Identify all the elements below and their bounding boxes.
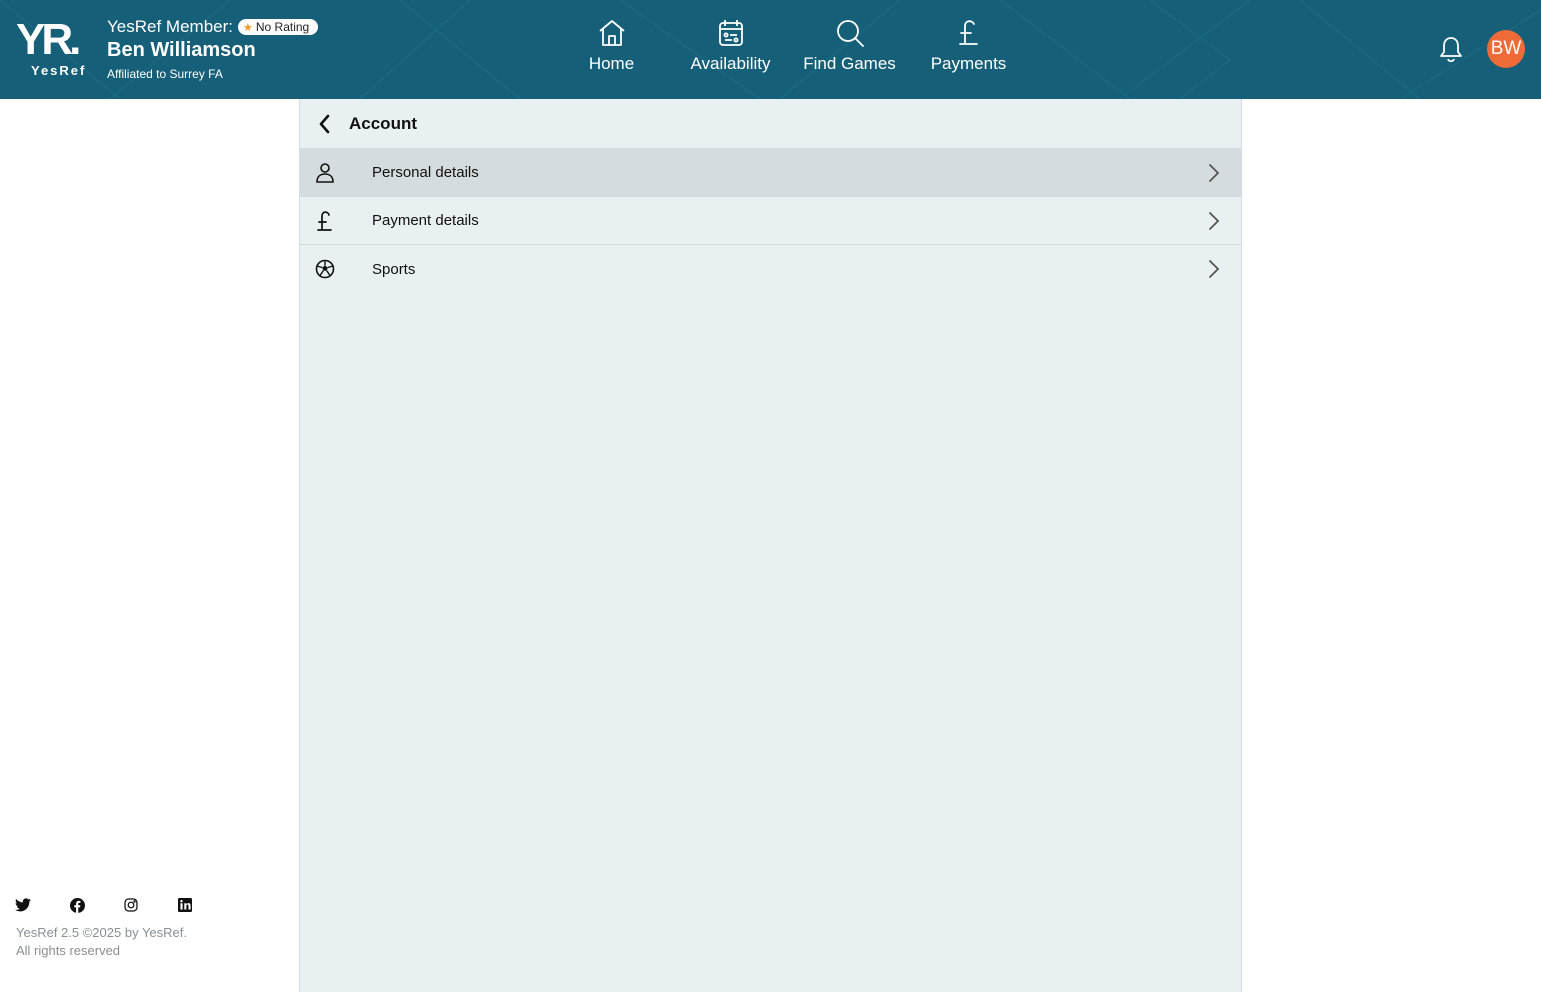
nav-home-label: Home	[588, 54, 635, 73]
nav-payments-label: Payments	[930, 54, 1007, 73]
chevron-right-icon	[1209, 212, 1220, 230]
twitter-icon[interactable]	[14, 896, 32, 914]
menu-item-label: Sports	[372, 260, 416, 278]
chevron-left-icon	[319, 114, 330, 133]
main-nav: Home Availability Find Games Payments	[552, 17, 1028, 74]
linkedin-icon[interactable]	[176, 896, 194, 914]
menu-item-personal-details[interactable]: Personal details	[300, 149, 1241, 197]
nav-availability-label: Availability	[690, 54, 771, 73]
chevron-right-icon	[1209, 260, 1220, 278]
nav-home[interactable]: Home	[552, 17, 671, 74]
avatar[interactable]: BW	[1487, 30, 1525, 68]
member-name: Ben Williamson	[107, 39, 256, 61]
logo-mark: YR.	[16, 15, 81, 64]
chevron-right-icon	[1209, 164, 1220, 182]
top-header: YR. YesRef YesRef Member: ★ No Rating Be…	[0, 0, 1541, 99]
pound-icon	[314, 210, 336, 232]
instagram-icon[interactable]	[122, 896, 140, 914]
footer-version-line: YesRef 2.5 ©2025 by YesRef.	[16, 925, 187, 940]
menu-item-label: Payment details	[372, 212, 479, 229]
footer-copyright: YesRef 2.5 ©2025 by YesRef. All rights r…	[16, 924, 187, 960]
football-icon	[314, 258, 336, 280]
yesref-logo[interactable]: YR. YesRef	[14, 18, 94, 80]
social-links	[14, 896, 230, 914]
account-panel: Account Personal details Payment details	[299, 99, 1242, 992]
rating-text: No Rating	[255, 20, 310, 34]
rating-badge: ★ No Rating	[237, 19, 319, 35]
member-affiliation: Affiliated to Surrey FA	[107, 67, 223, 81]
logo-wordmark: YesRef	[31, 63, 87, 78]
calendar-icon	[718, 20, 743, 46]
star-icon: ★	[242, 21, 253, 34]
person-icon	[314, 162, 336, 184]
nav-payments[interactable]: Payments	[909, 17, 1028, 74]
menu-item-sports[interactable]: Sports	[300, 245, 1241, 293]
footer-rights-line: All rights reserved	[16, 943, 121, 958]
menu-item-payment-details[interactable]: Payment details	[300, 197, 1241, 245]
member-label: YesRef Member:	[107, 17, 233, 36]
nav-find-games[interactable]: Find Games	[790, 17, 909, 74]
nav-availability[interactable]: Availability	[671, 17, 790, 74]
bell-icon[interactable]	[1437, 34, 1465, 64]
home-icon	[598, 20, 625, 46]
facebook-icon[interactable]	[68, 896, 86, 914]
pound-icon	[958, 20, 978, 45]
menu-item-label: Personal details	[372, 164, 479, 181]
page-title: Account	[349, 113, 417, 133]
search-icon	[836, 20, 864, 47]
member-info: YesRef Member: ★ No Rating Ben Williamso…	[107, 16, 319, 81]
nav-find-games-label: Find Games	[803, 54, 896, 73]
panel-header: Account	[300, 99, 1241, 149]
back-button[interactable]	[314, 113, 336, 135]
